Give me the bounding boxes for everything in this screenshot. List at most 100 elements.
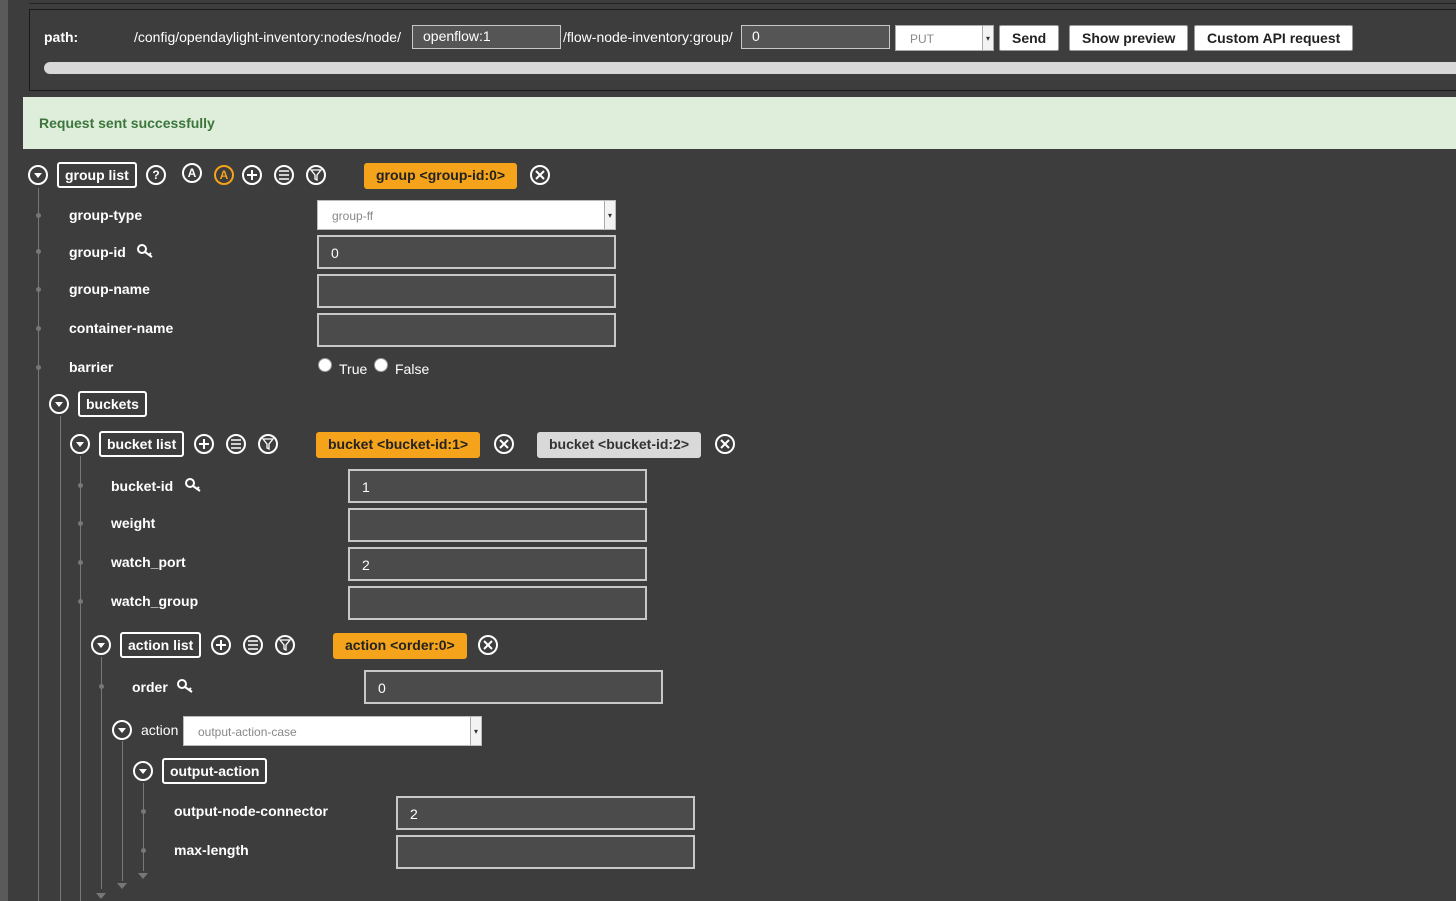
output-node-connector-label: output-node-connector: [174, 803, 328, 819]
watch-port-field[interactable]: 2: [348, 547, 647, 581]
tree-node-dot: [78, 521, 83, 526]
chevron-down-icon: ▾: [604, 201, 615, 229]
tree-node-dot: [36, 287, 41, 292]
send-button[interactable]: Send: [999, 25, 1060, 51]
order-field[interactable]: 0: [364, 670, 663, 704]
tree-end-arrow-icon: [138, 873, 148, 879]
close-icon[interactable]: [494, 434, 514, 454]
bucket-id-field[interactable]: 1: [348, 469, 647, 503]
barrier-true-label: True: [339, 361, 368, 377]
group-type-value: group-ff: [332, 209, 374, 223]
barrier-false-radio[interactable]: [374, 358, 388, 372]
barrier-true-radio[interactable]: [318, 358, 332, 372]
tree-end-arrow-icon: [117, 883, 127, 889]
collapse-icon[interactable]: [133, 761, 153, 781]
add-icon[interactable]: [194, 434, 214, 454]
add-icon[interactable]: [242, 165, 262, 185]
tree-node-dot: [36, 326, 41, 331]
tree-node-dot: [36, 365, 41, 370]
order-label: order: [132, 679, 168, 695]
action-tag-active[interactable]: action <order:0>: [333, 633, 467, 659]
action-value: output-action-case: [198, 725, 297, 739]
group-tag-active[interactable]: group <group-id:0>: [364, 163, 518, 189]
key-icon: [137, 244, 153, 258]
weight-label: weight: [111, 515, 156, 531]
collapse-icon[interactable]: [28, 165, 48, 185]
left-edge: [0, 0, 8, 901]
list-icon[interactable]: [226, 434, 246, 454]
list-icon[interactable]: [274, 165, 294, 185]
barrier-false-label: False: [395, 361, 430, 377]
node-id-input[interactable]: openflow:1: [412, 25, 561, 49]
augment-a-active-icon[interactable]: A: [214, 165, 234, 185]
augment-a-icon[interactable]: A: [182, 163, 202, 183]
list-icon[interactable]: [243, 635, 263, 655]
key-icon: [185, 478, 201, 492]
tree-node-dot: [36, 249, 41, 254]
path-label: path:: [44, 29, 79, 45]
show-preview-button[interactable]: Show preview: [1069, 25, 1189, 51]
collapse-icon[interactable]: [49, 394, 69, 414]
tree-node-dot: [36, 213, 41, 218]
tree-node-dot: [141, 848, 146, 853]
collapse-icon[interactable]: [112, 720, 132, 740]
collapse-icon[interactable]: [91, 635, 111, 655]
method-value: PUT: [910, 32, 934, 46]
container-name-field[interactable]: [317, 313, 616, 347]
tree-line: [101, 657, 102, 889]
tree-line: [38, 188, 39, 901]
help-icon[interactable]: ?: [146, 165, 166, 185]
chevron-down-icon: ▾: [470, 717, 481, 745]
output-node-connector-field[interactable]: 2: [396, 796, 695, 830]
chevron-down-icon: ▾: [982, 26, 993, 50]
group-name-label: group-name: [69, 281, 150, 297]
tree-line: [60, 416, 61, 901]
watch-port-label: watch_port: [111, 554, 186, 570]
weight-field[interactable]: [348, 508, 647, 542]
max-length-label: max-length: [174, 842, 249, 858]
close-icon[interactable]: [478, 635, 498, 655]
action-label: action: [141, 722, 179, 738]
custom-api-request-button[interactable]: Custom API request: [1194, 25, 1354, 51]
filter-icon[interactable]: [258, 434, 278, 454]
bucket-id-label: bucket-id: [111, 478, 174, 494]
bucket-tag[interactable]: bucket <bucket-id:2>: [537, 432, 702, 458]
tree-node-dot: [78, 483, 83, 488]
buckets-container-button[interactable]: buckets: [78, 391, 147, 417]
collapse-icon[interactable]: [70, 434, 90, 454]
path-prefix: /config/opendaylight-inventory:nodes/nod…: [134, 29, 401, 45]
tree-line: [122, 741, 123, 881]
bucket-tag-active[interactable]: bucket <bucket-id:1>: [316, 432, 481, 458]
group-type-label: group-type: [69, 207, 143, 223]
max-length-field[interactable]: [396, 835, 695, 869]
container-name-label: container-name: [69, 320, 174, 336]
method-select[interactable]: PUT ▾: [895, 25, 994, 51]
group-list-button[interactable]: group list: [57, 162, 137, 188]
watch-group-label: watch_group: [111, 593, 199, 609]
close-icon[interactable]: [715, 434, 735, 454]
add-icon[interactable]: [211, 635, 231, 655]
group-type-select[interactable]: group-ff ▾: [317, 200, 616, 230]
action-select[interactable]: output-action-case ▾: [183, 716, 482, 746]
group-name-field[interactable]: [317, 274, 616, 308]
group-id-field[interactable]: 0: [317, 235, 616, 269]
top-divider: [29, 0, 1456, 4]
action-list-button[interactable]: action list: [120, 632, 202, 658]
status-message: Request sent successfully: [23, 97, 1456, 149]
group-id-label: group-id: [69, 244, 126, 260]
tree-node-dot: [78, 560, 83, 565]
tree-node-dot: [78, 599, 83, 604]
horizontal-scrollbar[interactable]: [44, 62, 1456, 74]
key-icon: [177, 679, 193, 693]
watch-group-field[interactable]: [348, 586, 647, 620]
group-id-path-input[interactable]: 0: [741, 25, 890, 49]
close-icon[interactable]: [530, 165, 550, 185]
tree-end-arrow-icon: [96, 893, 106, 899]
path-middle: /flow-node-inventory:group/: [563, 29, 733, 45]
barrier-label: barrier: [69, 359, 114, 375]
filter-icon[interactable]: [306, 165, 326, 185]
bucket-list-button[interactable]: bucket list: [99, 431, 185, 457]
output-action-container-button[interactable]: output-action: [162, 758, 268, 784]
filter-icon[interactable]: [275, 635, 295, 655]
tree-node-dot: [99, 684, 104, 689]
